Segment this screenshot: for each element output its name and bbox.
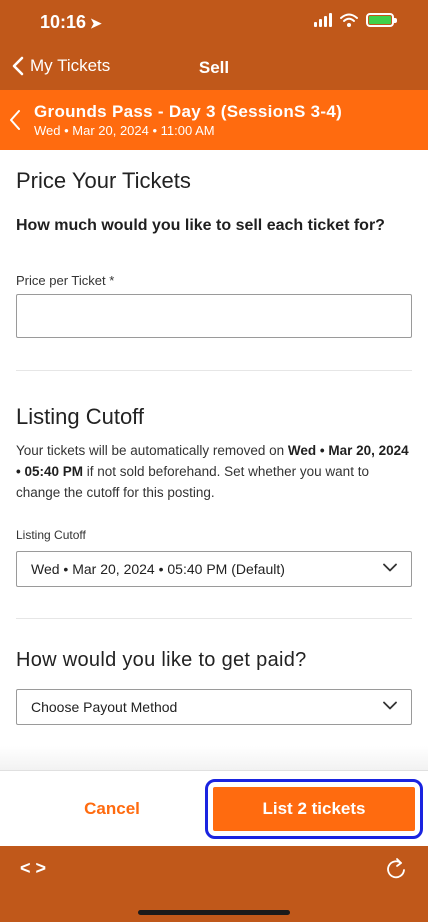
event-title: Grounds Pass - Day 3 (SessionS 3-4) [34, 102, 343, 121]
sell-form: Price Your Tickets How much would you li… [0, 150, 428, 770]
status-time: 10:16 ➤ [40, 12, 102, 33]
chevron-left-icon [12, 56, 24, 76]
price-question: How much would you like to sell each tic… [16, 217, 385, 234]
clock-text: 10:16 [40, 12, 87, 32]
wifi-icon [340, 13, 358, 27]
price-section-title: Price Your Tickets [16, 168, 191, 193]
divider [16, 370, 412, 371]
back-button[interactable]: My Tickets [12, 56, 110, 76]
home-indicator [138, 910, 290, 915]
list-tickets-button[interactable]: List 2 tickets [205, 779, 423, 839]
scroll-fade [0, 746, 428, 770]
cutoff-description-start: Your tickets will be automatically remov… [16, 443, 288, 458]
price-field-label: Price per Ticket * [16, 273, 115, 288]
listing-cutoff-value: Wed • Mar 20, 2024 • 05:40 PM (Default) [31, 561, 285, 577]
cellular-signal-icon [314, 13, 332, 27]
listing-cutoff-select[interactable]: Wed • Mar 20, 2024 • 05:40 PM (Default) [16, 551, 412, 587]
battery-icon [366, 13, 397, 27]
event-date: Wed • Mar 20, 2024 • 11:00 AM [34, 123, 215, 138]
cutoff-field-label: Listing Cutoff [16, 528, 86, 542]
chevron-down-icon [383, 563, 397, 572]
payout-section-title: How would you like to get paid? [16, 649, 307, 671]
status-icons [314, 13, 397, 27]
reload-icon[interactable] [384, 856, 408, 882]
code-icon[interactable]: < > [20, 858, 46, 879]
divider [16, 618, 412, 619]
chevron-left-icon[interactable] [8, 108, 22, 132]
navigation-bar: My Tickets Sell [0, 46, 428, 90]
price-per-ticket-input[interactable] [16, 294, 412, 338]
browser-toolbar: < > [0, 846, 428, 922]
status-bar: 10:16 ➤ [0, 0, 428, 46]
event-header[interactable]: Grounds Pass - Day 3 (SessionS 3-4) Wed … [0, 90, 428, 150]
back-button-label: My Tickets [30, 56, 111, 75]
payout-method-select[interactable]: Choose Payout Method [16, 689, 412, 725]
payout-method-value: Choose Payout Method [31, 699, 178, 715]
action-bar: Cancel List 2 tickets [0, 770, 428, 846]
cancel-button[interactable]: Cancel [20, 787, 204, 831]
cutoff-description: Your tickets will be automatically remov… [16, 440, 412, 503]
location-arrow-icon: ➤ [90, 15, 102, 31]
chevron-down-icon [383, 701, 397, 710]
cutoff-section-title: Listing Cutoff [16, 404, 145, 429]
